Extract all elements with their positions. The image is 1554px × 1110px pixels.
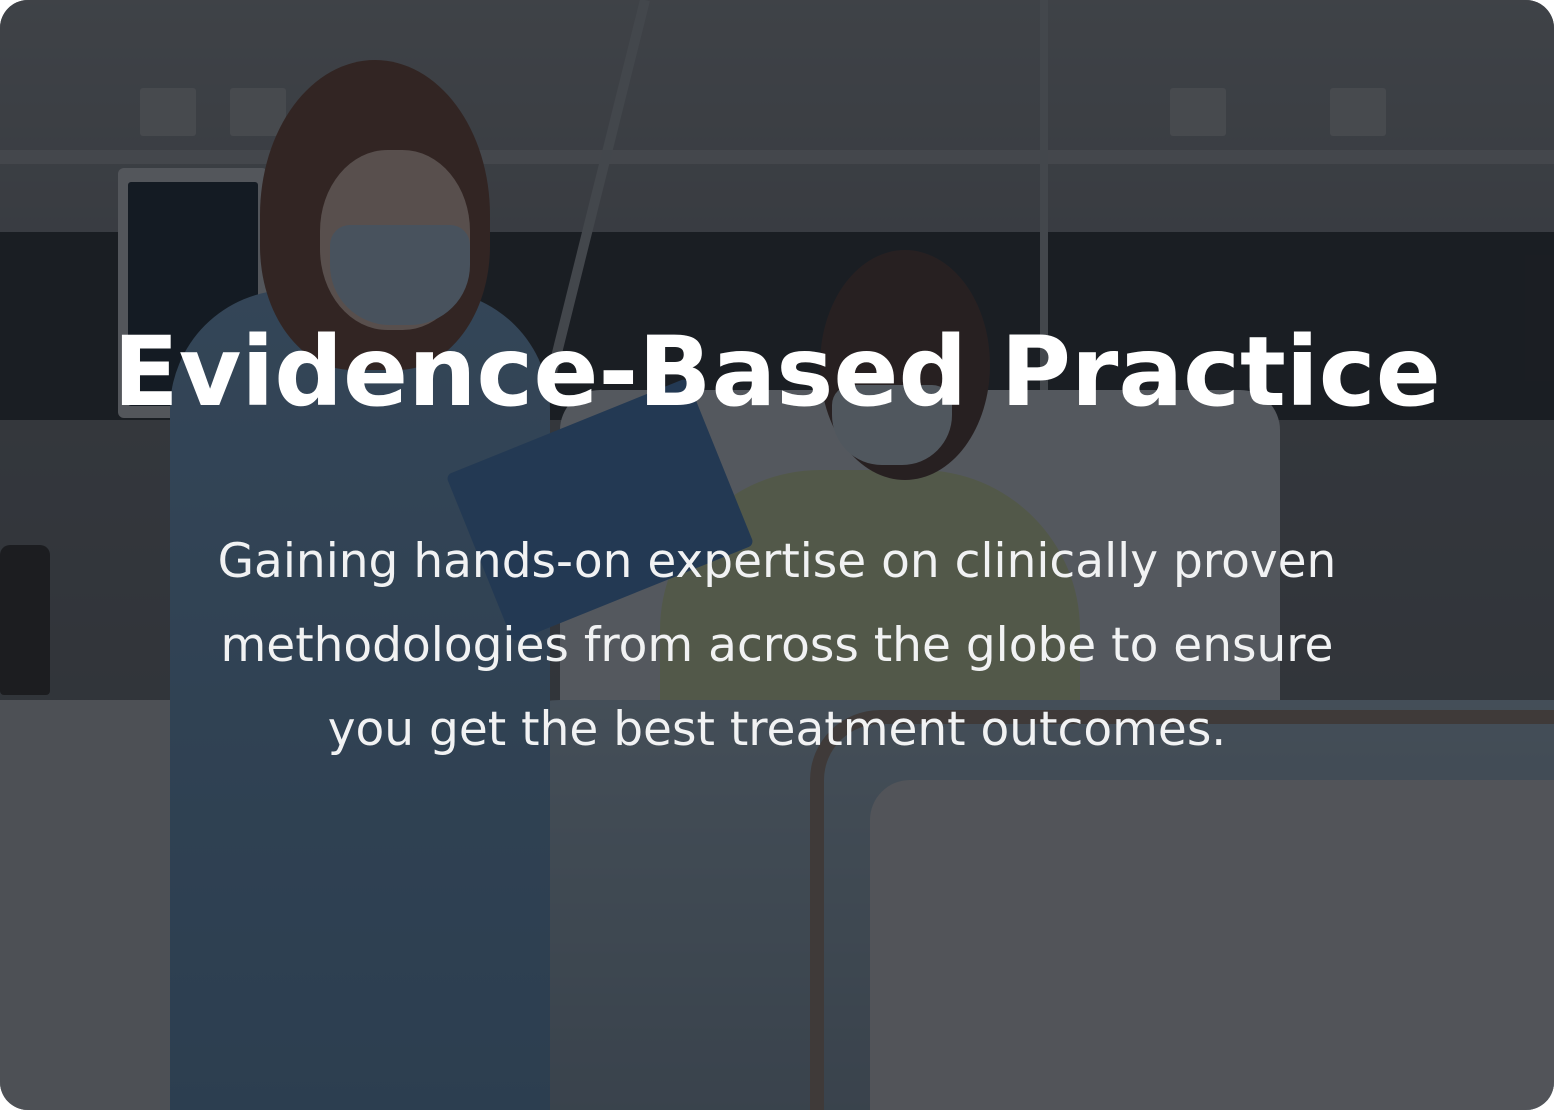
card-description: Gaining hands-on expertise on clinically… <box>150 520 1404 772</box>
card-description-line: you get the best treatment outcomes. <box>327 702 1227 757</box>
card-content: Evidence-Based Practice Gaining hands-on… <box>0 0 1554 1110</box>
feature-card: Evidence-Based Practice Gaining hands-on… <box>0 0 1554 1110</box>
card-description-line: Gaining hands-on expertise on clinically… <box>217 534 1337 589</box>
card-description-line: methodologies from across the globe to e… <box>220 618 1334 673</box>
card-title: Evidence-Based Practice <box>113 316 1441 428</box>
